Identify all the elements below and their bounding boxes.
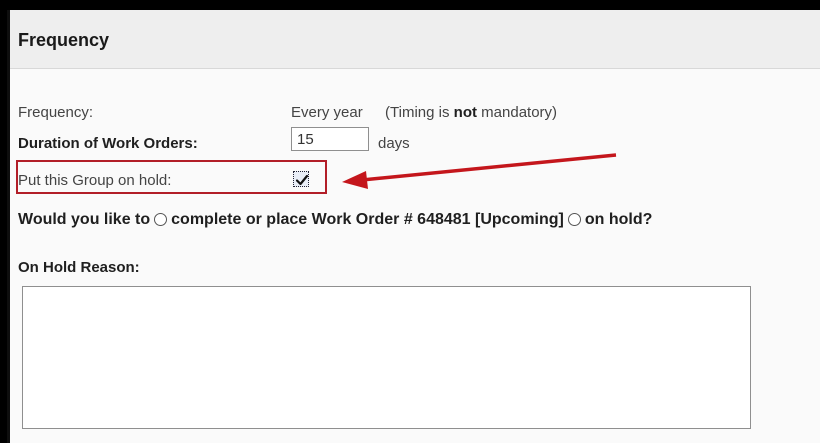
arrow-left-icon: [342, 153, 617, 189]
reason-textarea[interactable]: [22, 286, 751, 429]
hold-label: Put this Group on hold:: [18, 172, 172, 189]
section-title: Frequency: [18, 30, 110, 50]
work-order-question: Would you like to complete or place Work …: [18, 211, 652, 229]
hold-checkbox[interactable]: [293, 171, 309, 187]
reason-label: On Hold Reason:: [18, 259, 140, 276]
work-order-option2: on hold?: [584, 211, 653, 228]
frequency-text: Every year: [291, 104, 363, 121]
frequency-label: Frequency:: [18, 104, 94, 121]
duration-unit: days: [378, 135, 410, 152]
duration-input[interactable]: [291, 127, 369, 151]
duration-label: Duration of Work Orders:: [18, 135, 198, 152]
frequency-value: Every year (Timing is not mandatory): [291, 104, 557, 121]
timing-prefix: (Timing is: [385, 104, 454, 121]
work-order-prefix: Would you like to: [18, 211, 151, 228]
section-header: Frequency: [10, 10, 820, 69]
timing-suffix: mandatory): [477, 104, 558, 121]
complete-radio[interactable]: [154, 213, 168, 226]
checkmark-icon: [295, 174, 309, 186]
timing-bold: not: [453, 104, 477, 121]
work-order-option1: complete or place Work Order # 648481 [U…: [171, 211, 564, 228]
on-hold-radio[interactable]: [567, 213, 581, 226]
screenshot-frame: Frequency Frequency: Every year (Timing …: [7, 10, 820, 443]
